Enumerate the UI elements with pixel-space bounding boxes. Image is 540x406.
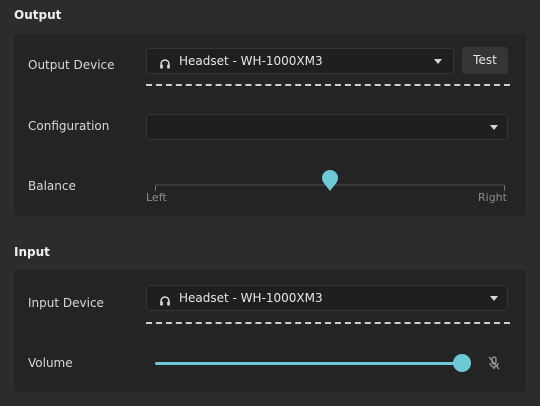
headset-icon (159, 55, 171, 74)
volume-track[interactable] (155, 362, 462, 365)
input-device-divider (146, 322, 510, 324)
volume-fill (155, 362, 462, 365)
balance-handle[interactable] (321, 169, 339, 192)
balance-right-label: Right (478, 191, 507, 204)
input-device-value: Headset - WH-1000XM3 (179, 291, 323, 305)
volume-handle[interactable] (453, 354, 471, 372)
microphone-muted-icon[interactable] (486, 355, 502, 371)
input-device-select[interactable]: Headset - WH-1000XM3 (146, 285, 508, 311)
configuration-label: Configuration (28, 119, 110, 133)
output-device-select[interactable]: Headset - WH-1000XM3 (146, 48, 454, 74)
chevron-down-icon (490, 125, 498, 130)
volume-label: Volume (28, 356, 73, 370)
balance-left-label: Left (146, 191, 167, 204)
input-section-title: Input (14, 245, 50, 259)
input-device-label: Input Device (28, 296, 104, 310)
balance-label: Balance (28, 179, 76, 193)
output-section-title: Output (14, 8, 62, 22)
chevron-down-icon (490, 296, 498, 301)
configuration-select[interactable] (146, 114, 508, 140)
output-device-value: Headset - WH-1000XM3 (179, 54, 323, 68)
headset-icon (159, 292, 171, 311)
chevron-down-icon (434, 59, 442, 64)
output-device-label: Output Device (28, 58, 115, 72)
output-device-divider (146, 84, 510, 86)
test-button[interactable]: Test (462, 47, 508, 74)
